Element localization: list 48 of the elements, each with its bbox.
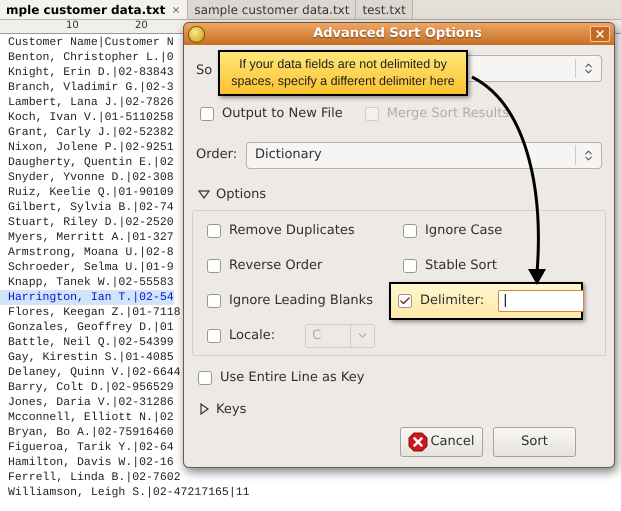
text-line: Schroeder, Selma U.|01-9 bbox=[7, 260, 174, 275]
text-line: Jones, Daria V.|02-31286 bbox=[7, 395, 174, 410]
checkbox-label: Locale: bbox=[229, 326, 276, 345]
checkbox-label: Reverse Order bbox=[229, 256, 322, 275]
text-line: Myers, Merritt A.|01-327 bbox=[7, 230, 174, 245]
text-line: Gilbert, Sylvia B.|02-74 bbox=[7, 200, 174, 215]
text-line: Figueroa, Tarik Y.|02-64 bbox=[7, 440, 174, 455]
expander-label: Keys bbox=[216, 400, 246, 418]
ruler-number: 20 bbox=[135, 20, 148, 32]
checkbox-label: Ignore Leading Blanks bbox=[229, 292, 373, 310]
text-line: Koch, Ivan V.|01-5110258 bbox=[7, 110, 174, 125]
checkbox-label: Ignore Case bbox=[425, 222, 502, 240]
text-line: Delaney, Quinn V.|02-6644 bbox=[7, 365, 181, 380]
text-line: Ferrell, Linda B.|02-7602 bbox=[7, 470, 181, 485]
order-label: Order: bbox=[196, 146, 238, 164]
checkbox-label: Use Entire Line as Key bbox=[220, 369, 364, 387]
text-line: Grant, Carly J.|02-52382 bbox=[7, 125, 174, 140]
text-line: Gay, Kirestin S.|01-4085 bbox=[7, 350, 174, 365]
hint-tooltip: If your data fields are not delimited by spaces, specify a different delimiter here bbox=[218, 50, 468, 96]
text-line: Nixon, Jolene P.|02-9251 bbox=[7, 140, 174, 155]
text-line: Ruiz, Keelie Q.|01-90109 bbox=[7, 185, 174, 200]
text-line: Battle, Neil Q.|02-54399 bbox=[7, 335, 174, 350]
text-line: Snyder, Yvonne D.|02-308 bbox=[7, 170, 174, 185]
text-line: Mcconnell, Elliott N.|02 bbox=[7, 410, 174, 425]
checkbox-label: Remove Duplicates bbox=[229, 222, 355, 240]
text-line: Benton, Christopher L.|0 bbox=[7, 50, 174, 65]
ruler-number: 10 bbox=[66, 20, 79, 32]
text-line: Armstrong, Moana U.|02-8 bbox=[7, 245, 174, 260]
text-line: Flores, Keegan Z.|01-7118 bbox=[7, 305, 181, 320]
checkbox-label: Output to New File bbox=[222, 105, 343, 123]
text-line: Daugherty, Quentin E.|02 bbox=[7, 155, 174, 170]
checkbox-label: Stable Sort bbox=[425, 256, 497, 275]
text-line: Lambert, Lana J.|02-7826 bbox=[7, 95, 174, 110]
text-line: Knight, Erin D.|02-83843 bbox=[7, 65, 174, 80]
text-line: Hamilton, Davis W.|02-16 bbox=[7, 455, 174, 470]
checkbox-label: Merge Sort Results bbox=[386, 105, 510, 123]
text-line: Gonzales, Geoffrey D.|01 bbox=[7, 320, 174, 335]
text-line: Branch, Vladimir G.|02-3 bbox=[7, 80, 174, 95]
text-line: Stuart, Riley D.|02-2520 bbox=[7, 215, 174, 230]
text-line: Bryan, Bo A.|02-75916460 bbox=[7, 425, 174, 440]
window-title: Advanced Sort Options bbox=[312, 25, 483, 44]
text-line: Customer Name|Customer N bbox=[7, 35, 174, 50]
text-line: Williamson, Leigh S.|02-47217165|11 bbox=[7, 485, 250, 500]
text-line: Knapp, Tanek W.|02-55583 bbox=[7, 275, 174, 290]
expander-label: Options bbox=[216, 186, 266, 204]
text-line: Barry, Colt D.|02-956529 bbox=[7, 380, 174, 395]
checkbox-label: Delimiter: bbox=[420, 292, 484, 310]
sort-label: So bbox=[196, 62, 212, 78]
